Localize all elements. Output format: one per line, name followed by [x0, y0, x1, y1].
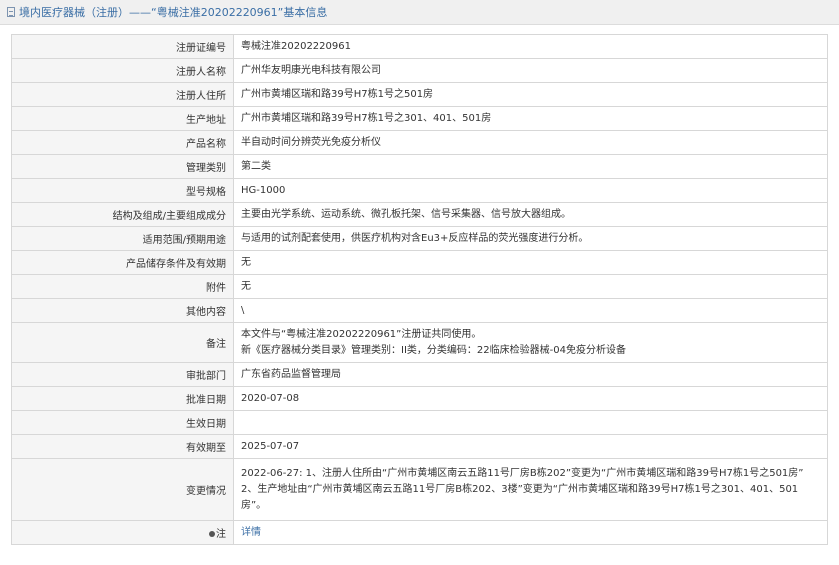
- breadcrumb: 境内医疗器械（注册）——“粤械注准20202220961”基本信息: [19, 6, 328, 19]
- change-history-value: 2022-06-27: 1、注册人住所由“广州市黄埔区南云五路11号厂房B栋20…: [233, 458, 828, 521]
- document-icon: [7, 7, 15, 17]
- table-row: 变更情况 2022-06-27: 1、注册人住所由“广州市黄埔区南云五路11号厂…: [11, 458, 828, 521]
- table-row: 管理类别 第二类: [11, 154, 828, 179]
- row-label-note: 注: [11, 520, 234, 545]
- row-label: 批准日期: [11, 386, 234, 411]
- table-row: 附件 无: [11, 274, 828, 299]
- remarks-line: 本文件与“粤械注准20202220961”注册证共同使用。: [241, 328, 482, 340]
- row-label: 变更情况: [11, 458, 234, 521]
- table-row: 生效日期: [11, 410, 828, 435]
- table-row: 审批部门 广东省药品监督管理局: [11, 362, 828, 387]
- row-value: HG-1000: [233, 178, 828, 203]
- row-value: 详情: [233, 520, 828, 545]
- row-label: 注册人名称: [11, 58, 234, 83]
- row-label: 结构及组成/主要组成成分: [11, 202, 234, 227]
- table-row: 其他内容 \: [11, 298, 828, 323]
- row-value: [233, 410, 828, 435]
- details-link[interactable]: 详情: [241, 527, 261, 538]
- row-value: 与适用的试剂配套使用，供医疗机构对含Eu3+反应样品的荧光强度进行分析。: [233, 226, 828, 251]
- change-line: 房”。: [241, 499, 267, 511]
- remarks-value: 本文件与“粤械注准20202220961”注册证共同使用。 新《医疗器械分类目录…: [233, 322, 828, 363]
- row-value: 广东省药品监督管理局: [233, 362, 828, 387]
- row-label: 生产地址: [11, 106, 234, 131]
- table-row: 有效期至 2025-07-07: [11, 434, 828, 459]
- row-label: 审批部门: [11, 362, 234, 387]
- row-label: 备注: [11, 322, 234, 363]
- row-value: 广州市黄埔区瑞和路39号H7栋1号之501房: [233, 82, 828, 107]
- detail-table-wrapper: 注册证编号 粤械注准20202220961 注册人名称 广州华友明康光电科技有限…: [11, 34, 828, 545]
- row-label: 其他内容: [11, 298, 234, 323]
- table-row: 注 详情: [11, 520, 828, 545]
- table-row: 型号规格 HG-1000: [11, 178, 828, 203]
- row-value: 广州华友明康光电科技有限公司: [233, 58, 828, 83]
- table-row: 注册人名称 广州华友明康光电科技有限公司: [11, 58, 828, 83]
- row-label: 注册人住所: [11, 82, 234, 107]
- table-row: 注册证编号 粤械注准20202220961: [11, 34, 828, 59]
- table-row: 产品储存条件及有效期 无: [11, 250, 828, 275]
- row-label: 型号规格: [11, 178, 234, 203]
- row-label: 管理类别: [11, 154, 234, 179]
- bullet-icon: [209, 531, 215, 537]
- change-line: 2022-06-27: 1、注册人住所由“广州市黄埔区南云五路11号厂房B栋20…: [241, 467, 804, 479]
- row-label: 有效期至: [11, 434, 234, 459]
- row-label: 生效日期: [11, 410, 234, 435]
- row-label: 适用范围/预期用途: [11, 226, 234, 251]
- table-row: 结构及组成/主要组成成分 主要由光学系统、运动系统、微孔板托架、信号采集器、信号…: [11, 202, 828, 227]
- row-value: 粤械注准20202220961: [233, 34, 828, 59]
- change-line: 2、生产地址由“广州市黄埔区南云五路11号厂房B栋202、3楼”变更为“广州市黄…: [241, 483, 799, 495]
- row-value: 2025-07-07: [233, 434, 828, 459]
- row-label: 附件: [11, 274, 234, 299]
- table-row: 生产地址 广州市黄埔区瑞和路39号H7栋1号之301、401、501房: [11, 106, 828, 131]
- remarks-line: 新《医疗器械分类目录》管理类别：II类，分类编码：22临床检验器械-04免疫分析…: [241, 344, 626, 356]
- row-label: 产品储存条件及有效期: [11, 250, 234, 275]
- row-value: 广州市黄埔区瑞和路39号H7栋1号之301、401、501房: [233, 106, 828, 131]
- row-value: 2020-07-08: [233, 386, 828, 411]
- detail-table: 注册证编号 粤械注准20202220961 注册人名称 广州华友明康光电科技有限…: [11, 34, 828, 545]
- row-label: 注册证编号: [11, 34, 234, 59]
- row-value: 无: [233, 250, 828, 275]
- row-value: 第二类: [233, 154, 828, 179]
- breadcrumb-bar: 境内医疗器械（注册）——“粤械注准20202220961”基本信息: [0, 0, 839, 25]
- row-value: 无: [233, 274, 828, 299]
- table-row: 备注 本文件与“粤械注准20202220961”注册证共同使用。 新《医疗器械分…: [11, 322, 828, 363]
- note-label: 注: [216, 529, 226, 540]
- row-value: 半自动时间分辨荧光免疫分析仪: [233, 130, 828, 155]
- table-row: 注册人住所 广州市黄埔区瑞和路39号H7栋1号之501房: [11, 82, 828, 107]
- row-label: 产品名称: [11, 130, 234, 155]
- row-value: 主要由光学系统、运动系统、微孔板托架、信号采集器、信号放大器组成。: [233, 202, 828, 227]
- table-row: 产品名称 半自动时间分辨荧光免疫分析仪: [11, 130, 828, 155]
- table-row: 适用范围/预期用途 与适用的试剂配套使用，供医疗机构对含Eu3+反应样品的荧光强…: [11, 226, 828, 251]
- table-row: 批准日期 2020-07-08: [11, 386, 828, 411]
- row-value: \: [233, 298, 828, 323]
